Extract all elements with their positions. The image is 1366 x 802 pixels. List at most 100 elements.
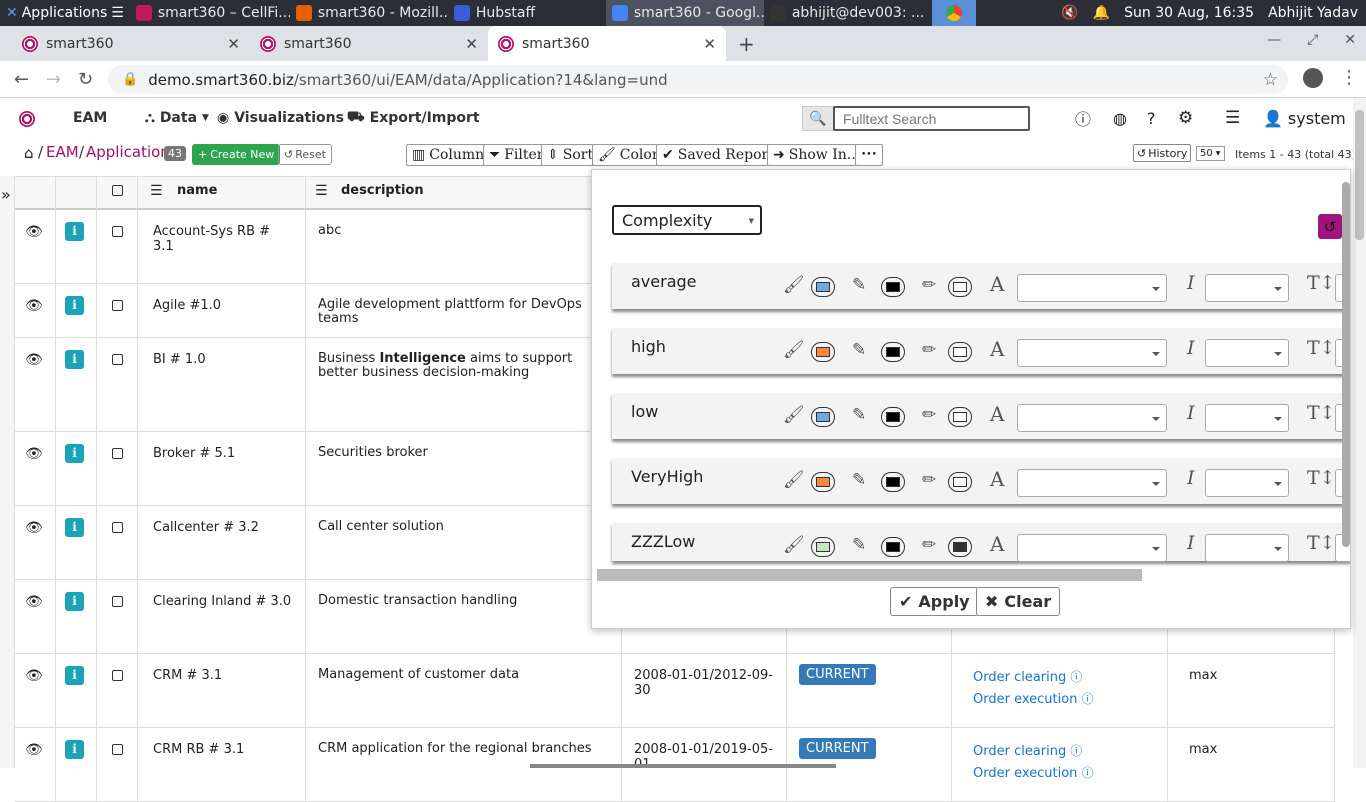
relation-link[interactable]: Order clearing	[973, 744, 1066, 759]
visualizations-menu[interactable]: ◉ Visualizations ▼	[217, 110, 356, 126]
create-new-button[interactable]: + Create New	[192, 144, 281, 165]
color-button[interactable]: 🖌 Color	[592, 144, 665, 166]
bookmark-star-icon[interactable]: ☆	[1263, 70, 1278, 90]
text-color-picker[interactable]	[881, 342, 905, 362]
fill-color-picker[interactable]	[811, 342, 835, 362]
reset-colors-button[interactable]: ↺	[1318, 214, 1342, 239]
profile-icon[interactable]	[1303, 68, 1323, 88]
module-title[interactable]: EAM	[73, 110, 107, 126]
border-color-picker[interactable]	[948, 407, 972, 427]
bottom-scrollbar-thumb[interactable]	[530, 764, 836, 768]
export-import-menu[interactable]: ⛟ Export/Import	[347, 109, 480, 127]
url-bar[interactable]: 🔒 demo.smart360.biz/smart360/ui/EAM/data…	[108, 65, 1288, 94]
font-style-select[interactable]	[1205, 469, 1289, 497]
row-name[interactable]: Clearing Inland # 3.0	[153, 594, 291, 609]
row-checkbox[interactable]	[112, 448, 123, 459]
eye-icon[interactable]: 👁	[25, 520, 43, 536]
browser-tab-1[interactable]: smart360 ✕	[12, 26, 250, 61]
font-style-select[interactable]	[1205, 534, 1289, 562]
browser-tab-3[interactable]: smart360 ✕	[488, 26, 726, 61]
reload-icon[interactable]: ↻	[78, 69, 93, 90]
clock[interactable]: Sun 30 Aug, 16:35	[1124, 5, 1254, 21]
hamburger-icon[interactable]: ☰	[315, 183, 328, 199]
row-checkbox[interactable]	[112, 744, 123, 755]
reset-button[interactable]: ↺ Reset	[278, 144, 332, 165]
color-group-select[interactable]: Complexity ▼	[612, 205, 762, 235]
table-row[interactable]: 👁 i CRM # 3.1 Management of customer data 20…	[15, 654, 1335, 728]
row-name[interactable]: Account-Sys RB # 3.1	[153, 224, 270, 254]
taskbar-item[interactable]: abhijit@dev003: ...	[764, 0, 924, 26]
volume-icon[interactable]: 🔇	[1061, 5, 1078, 21]
home-icon[interactable]: ⌂	[24, 144, 34, 162]
taskbar-item[interactable]: smart360 – CellFi...	[130, 0, 290, 26]
row-name[interactable]: Broker # 5.1	[153, 446, 235, 461]
font-family-select[interactable]	[1017, 534, 1167, 562]
minimize-icon[interactable]: —	[1267, 32, 1281, 48]
relation-link[interactable]: Order execution	[973, 766, 1077, 781]
column-header-description[interactable]: description	[341, 183, 424, 198]
eye-icon[interactable]: 👁	[25, 668, 43, 684]
info-icon[interactable]: i	[65, 350, 84, 369]
fill-color-picker[interactable]	[811, 407, 835, 427]
row-checkbox[interactable]	[112, 670, 123, 681]
close-window-icon[interactable]: ✕	[1344, 32, 1356, 48]
show-in-button[interactable]: ➜ Show In...	[767, 144, 867, 166]
info-circle-icon[interactable]: ⓘ	[1082, 692, 1094, 706]
new-tab-button[interactable]: +	[738, 32, 755, 56]
relation-link[interactable]: Order clearing	[973, 670, 1066, 685]
font-family-select[interactable]	[1017, 469, 1167, 497]
text-color-picker[interactable]	[881, 277, 905, 297]
panel-horizontal-scrollbar[interactable]	[597, 569, 1142, 581]
fulltext-search-input[interactable]	[833, 106, 1030, 131]
info-icon[interactable]: i	[65, 592, 84, 611]
os-user[interactable]: Abhijit Yadav	[1268, 5, 1358, 21]
info-circle-icon[interactable]: ⓘ	[1070, 670, 1082, 684]
text-color-picker[interactable]	[881, 407, 905, 427]
database-icon[interactable]: ☰	[1225, 108, 1240, 128]
column-button[interactable]: ▥ Column	[406, 144, 491, 166]
more-button[interactable]: •••	[855, 144, 883, 166]
back-icon[interactable]: ←	[14, 69, 29, 90]
row-checkbox[interactable]	[112, 300, 123, 311]
font-family-select[interactable]	[1017, 339, 1167, 367]
eye-icon[interactable]: 👁	[25, 446, 43, 462]
row-checkbox[interactable]	[112, 596, 123, 607]
page-scrollbar-thumb[interactable]	[1355, 110, 1364, 240]
info-icon[interactable]: i	[65, 296, 84, 315]
forward-icon[interactable]: →	[46, 69, 61, 90]
info-circle-icon[interactable]: ⓘ	[1070, 744, 1082, 758]
font-family-select[interactable]	[1017, 274, 1167, 302]
sort-button[interactable]: ⇕ Sort	[541, 144, 600, 166]
eye-icon[interactable]: 👁	[25, 224, 43, 240]
hamburger-icon[interactable]: ☰	[150, 183, 163, 199]
row-checkbox[interactable]	[112, 226, 123, 237]
taskbar-item[interactable]: smart360 - Mozill...	[290, 0, 448, 26]
border-color-picker[interactable]	[948, 537, 972, 557]
apply-button[interactable]: ✔ Apply	[890, 587, 979, 616]
font-style-select[interactable]	[1205, 274, 1289, 302]
globe-icon[interactable]: ◍	[1113, 109, 1127, 128]
smart360-logo[interactable]	[19, 111, 35, 127]
browser-menu-icon[interactable]: ⋮	[1340, 67, 1358, 88]
info-icon[interactable]: i	[65, 666, 84, 685]
row-name[interactable]: BI # 1.0	[153, 352, 206, 367]
filter-button[interactable]: ⏷ Filter	[483, 144, 550, 166]
row-name[interactable]: Agile #1.0	[153, 298, 221, 313]
eye-icon[interactable]: 👁	[25, 742, 43, 758]
info-icon[interactable]: i	[65, 740, 84, 759]
row-name[interactable]: CRM RB # 3.1	[153, 742, 244, 757]
text-color-picker[interactable]	[881, 472, 905, 492]
search-button[interactable]: 🔍	[802, 106, 834, 131]
history-button[interactable]: ↺ History	[1133, 144, 1192, 162]
fill-color-picker[interactable]	[811, 472, 835, 492]
fill-color-picker[interactable]	[811, 277, 835, 297]
help-icon[interactable]: ?	[1147, 109, 1156, 128]
info-icon[interactable]: i	[65, 222, 84, 241]
row-checkbox[interactable]	[112, 522, 123, 533]
info-circle-icon[interactable]: ⓘ	[1075, 106, 1091, 130]
column-header-name[interactable]: name	[177, 183, 217, 198]
row-name[interactable]: Callcenter # 3.2	[153, 520, 259, 535]
border-color-picker[interactable]	[948, 342, 972, 362]
info-icon[interactable]: i	[65, 518, 84, 537]
text-color-picker[interactable]	[881, 537, 905, 557]
